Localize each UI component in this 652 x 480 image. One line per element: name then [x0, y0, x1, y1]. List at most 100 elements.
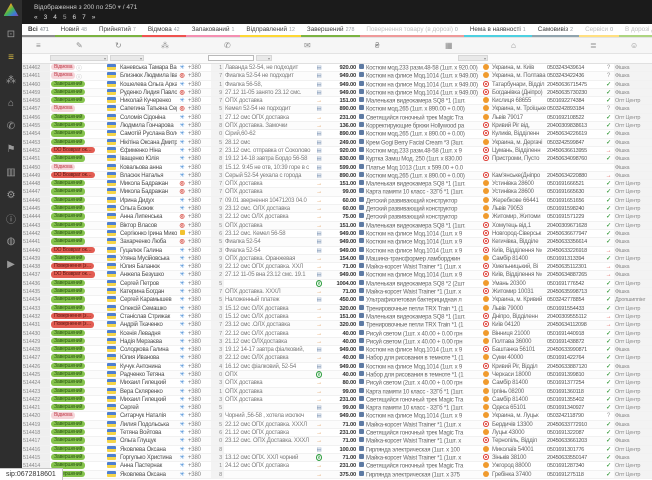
client-phone[interactable]: +380 [187, 330, 211, 337]
tracking-number[interactable]: 20450634098760 [546, 155, 603, 162]
client-phone[interactable]: +380 [187, 130, 211, 137]
client-phone[interactable]: +380 [187, 172, 211, 179]
table-row[interactable]: 514462ВідмоваⓘКаневська Тамара Вас✳+3801… [22, 64, 652, 72]
table-row[interactable]: 514454ЗавершенийСамотій Руслана Воло✳+38… [22, 130, 652, 138]
table-row[interactable]: 514434ЗавершенийСергей Карамышев✳+3805На… [22, 296, 652, 304]
table-row[interactable]: 514422ЗавершенийМихаил Гилецкий✳+3803ОПХ… [22, 396, 652, 404]
client-phone[interactable]: +380 [187, 180, 211, 187]
client-phone[interactable]: +380 [187, 213, 211, 220]
table-row[interactable]: 514420ВідмоваСитарчук Наталія✳+3809Чорни… [22, 412, 652, 420]
status-tab[interactable]: Відправлений12 [240, 24, 300, 37]
table-row[interactable]: 514429ЗавершенийНадія Мерзаєва✳+380321.1… [22, 338, 652, 346]
table-row[interactable]: 514416ЗавершенийЯковлева Оксана✳+3808▤10… [22, 446, 652, 454]
client-phone[interactable]: +380 [187, 247, 211, 254]
tracking-number[interactable]: 0501691440918 [546, 330, 603, 337]
client-phone[interactable]: +380 [187, 305, 211, 312]
client-phone[interactable]: +380 [187, 197, 211, 204]
tracking-number[interactable]: 20450633772910 [546, 421, 603, 428]
status-tab[interactable]: Самовивіз2 [532, 24, 579, 37]
table-row[interactable]: 514426ЗавершенийКучук Антонина✳+380416.1… [22, 363, 652, 371]
table-row[interactable]: 514424ЗавершенийМихаил Гилецкий✳+3803ОПХ… [22, 379, 652, 387]
table-row[interactable]: 514418ЗавершенийТетяна Войтова✳+380621.1… [22, 429, 652, 437]
status-tab[interactable]: Всі471 [22, 24, 55, 37]
status-tab[interactable]: Відмова42 [142, 24, 186, 37]
table-row[interactable]: 514413ЗавершенийЯковлева Оксана✳+3808→37… [22, 471, 652, 479]
tracking-number[interactable]: 0503243422436 [546, 72, 603, 79]
client-phone[interactable]: +380 [187, 164, 211, 171]
client-phone[interactable]: +380 [187, 446, 211, 453]
client-phone[interactable]: +380 [187, 404, 211, 411]
status-tab[interactable]: Повернення товару (в дорозі)0 [360, 24, 463, 37]
table-row[interactable]: 514415ЗавершенийГоргулько Христина✳+3803… [22, 454, 652, 462]
status-tab[interactable]: Прийнятий7 [93, 24, 142, 37]
client-phone[interactable]: +380 [187, 371, 211, 378]
table-row[interactable]: 514431Повернення (з…Андрій Ткаченко✳+380… [22, 321, 652, 329]
table-row[interactable]: 514460ЗавершенийКошелева Ольга Арка✳+380… [22, 81, 652, 89]
column-phone-icon[interactable]: ✆ [224, 41, 231, 50]
pager-page[interactable]: 4 [53, 14, 57, 21]
tracking-number[interactable]: 0501691377254 [546, 379, 603, 386]
tracking-number[interactable]: 20400309671628 [546, 222, 603, 229]
table-row[interactable]: 514461ВідмоваⓘБлизнюк Людмила Іва◎+3807Ф… [22, 72, 652, 80]
tracking-number[interactable]: 0501691571229 [546, 213, 603, 220]
client-phone[interactable]: +380 [187, 139, 211, 146]
column-payment-icon[interactable]: ₴ [375, 41, 379, 50]
client-phone[interactable]: +380 [187, 188, 211, 195]
tracking-number[interactable]: 20450633990871 [546, 346, 603, 353]
column-product-icon[interactable]: ▦ [445, 41, 453, 50]
table-row[interactable]: 514438Повернення (з…Юлия Баланюк✳+380922… [22, 263, 652, 271]
table-row[interactable]: 514447ЗавершенийМикола Бадражан◎+3807ОПХ… [22, 188, 652, 196]
table-row[interactable]: 514459ЗавершенийРуденко Лидия Павло◎+380… [22, 89, 652, 97]
client-phone[interactable]: +380 [187, 89, 211, 96]
tracking-number[interactable]: 20450635112301 [546, 263, 603, 270]
calls-filter-select[interactable]: ▾ [256, 55, 272, 61]
clients-icon[interactable]: ⁂ [0, 69, 22, 92]
client-phone[interactable]: +380 [187, 97, 211, 104]
tracking-number[interactable]: 20450634220880 [546, 172, 603, 179]
table-row[interactable]: 514446ЗавершенийИрина Дидух✳+380709.01 з… [22, 197, 652, 205]
tracking-number[interactable]: 20450634112098 [546, 321, 603, 328]
client-phone[interactable]: +380 [187, 263, 211, 270]
client-phone[interactable]: +380 [187, 471, 211, 478]
table-row[interactable]: 514439ЗавершенийУляна Мусійовська✳+3809О… [22, 255, 652, 263]
client-phone[interactable]: +380 [187, 396, 211, 403]
tracking-number[interactable]: 0503243439614 [546, 64, 603, 71]
tracking-number[interactable]: 20450635730230 [546, 89, 603, 96]
client-phone[interactable]: +380 [187, 313, 211, 320]
table-row[interactable]: 514421ЗавершенийСергей✳+3805▤99.00Карта … [22, 404, 652, 412]
table-row[interactable]: 514444ЗавершенийАнна Липенська◎+380322.1… [22, 213, 652, 221]
tracking-number[interactable]: 0501691322087 [546, 429, 603, 436]
column-status-icon[interactable]: ✎ [76, 41, 83, 50]
table-row[interactable]: 514432Повернення (з…Станіслав Стрижак✳+3… [22, 313, 652, 321]
table-row[interactable]: 514456ЗавершенийСоломія Сідоніна✳+380127… [22, 114, 652, 122]
tracking-number[interactable]: 0501691313394 [546, 255, 603, 262]
table-row[interactable]: 514430ЗавершенийКсенія Левадня✳+380722.1… [22, 330, 652, 338]
status-tab[interactable]: Завершений278 [301, 24, 361, 37]
status-tab[interactable]: Сервіси0 [579, 24, 619, 37]
flag-filter-select[interactable]: ▾ [110, 55, 144, 61]
settings-icon[interactable]: ⚙ [0, 184, 22, 207]
client-phone[interactable]: +380 [187, 437, 211, 444]
client-phone[interactable]: +380 [187, 72, 211, 79]
tracking-number[interactable]: 20450636715475 [546, 81, 603, 88]
table-row[interactable]: 514427ЗавершенийЮлия Иванова✳+380822.12 … [22, 354, 652, 362]
client-phone[interactable]: +380 [187, 296, 211, 303]
client-phone[interactable]: +380 [187, 280, 211, 287]
client-phone[interactable]: +380 [187, 205, 211, 212]
tracking-number[interactable]: 0501691355402 [546, 396, 603, 403]
client-phone[interactable]: +380 [187, 354, 211, 361]
client-phone[interactable]: +380 [187, 429, 211, 436]
tracking-number[interactable]: 0503242893184 [546, 105, 603, 112]
tracking-number[interactable]: 0501692274384 [546, 97, 603, 104]
table-row[interactable]: 514425ЗавершенийРадченко Тетяна✳+3800ОПХ… [22, 371, 652, 379]
tracking-number[interactable]: 20450633887120 [546, 363, 603, 370]
client-phone[interactable]: +380 [187, 122, 211, 129]
table-row[interactable]: 514445ЗавершенийОльга Божик✳+380923.12 с… [22, 205, 652, 213]
integrations-icon[interactable]: ◍ [0, 230, 22, 253]
table-row[interactable]: 514441ЗавершенийЗахарченко Люба◎+3805Фиа… [22, 238, 652, 246]
client-phone[interactable]: +380 [187, 321, 211, 328]
tracking-number[interactable]: 0501691340927 [546, 404, 603, 411]
status-tab[interactable]: В дорозі додому0 [619, 24, 652, 37]
client-phone[interactable]: +380 [187, 454, 211, 461]
tracking-number[interactable]: 0501692108522 [546, 114, 603, 121]
